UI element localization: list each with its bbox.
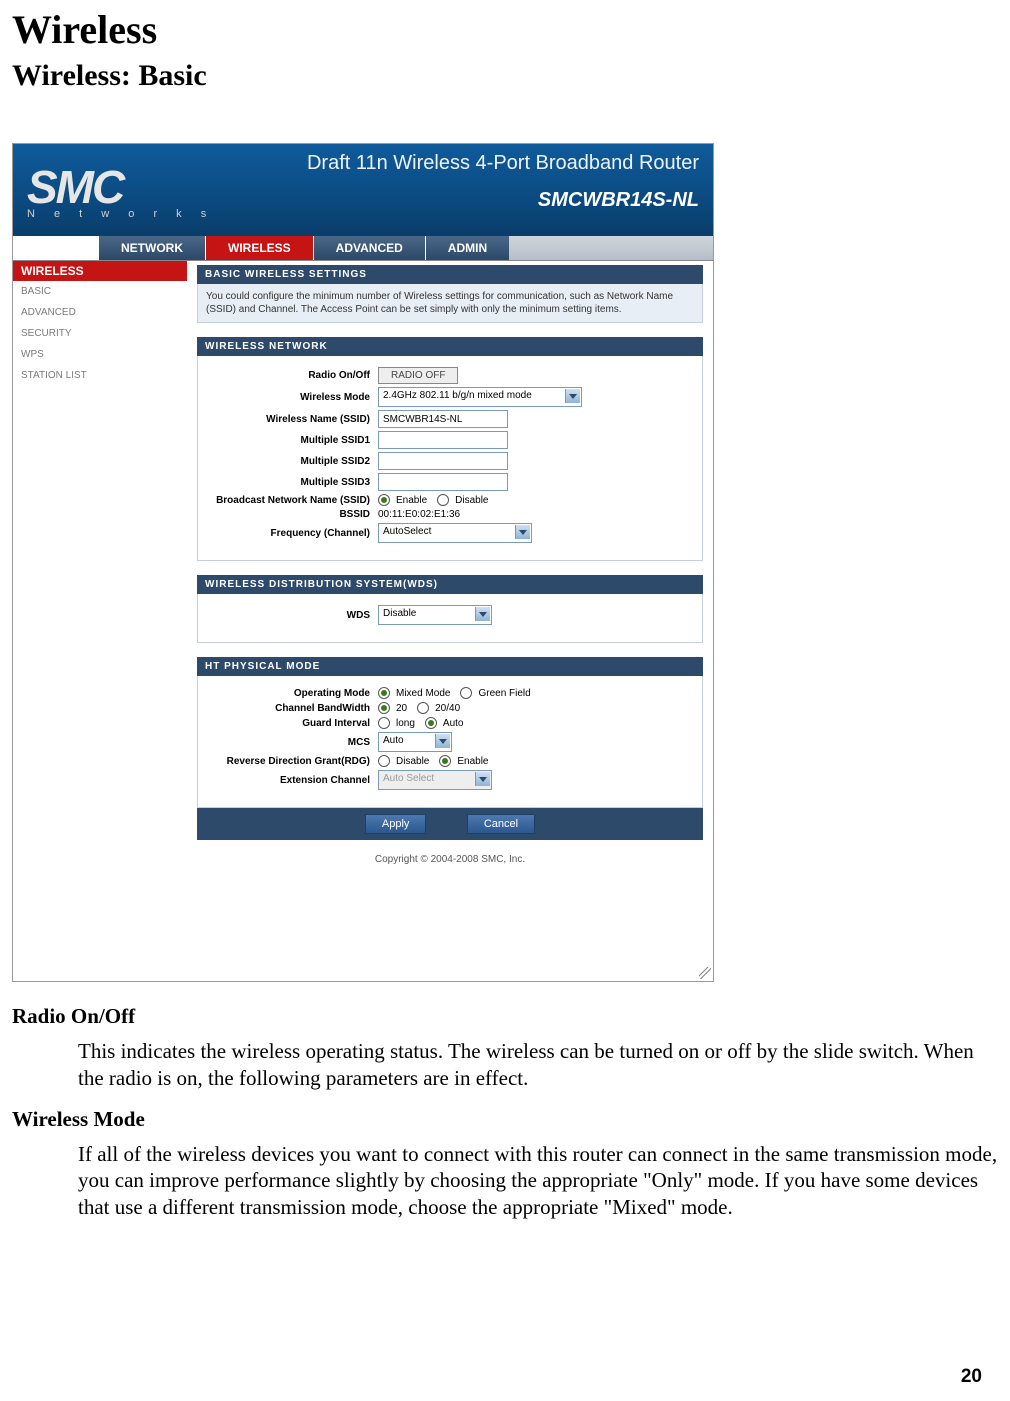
wireless-mode-select[interactable]: 2.4GHz 802.11 b/g/n mixed mode: [378, 387, 582, 407]
extension-channel-label: Extension Channel: [206, 775, 378, 786]
gi-auto-radio[interactable]: [425, 717, 437, 729]
section-ht-panel: Operating Mode Mixed Mode Green Field Ch…: [197, 676, 703, 808]
guard-interval-label: Guard Interval: [206, 718, 378, 729]
chevron-down-icon: [475, 607, 490, 621]
opmode-mixed-label: Mixed Mode: [396, 688, 450, 699]
brand-logo-sub: N e t w o r k s: [27, 208, 237, 220]
opmode-mixed-radio[interactable]: [378, 687, 390, 699]
broadcast-disable-radio[interactable]: [437, 494, 449, 506]
doc-radio-paragraph: This indicates the wireless operating st…: [78, 1038, 998, 1092]
bw-20-label: 20: [396, 703, 407, 714]
bssid-label: BSSID: [206, 509, 378, 520]
tab-admin[interactable]: ADMIN: [426, 236, 509, 260]
copyright-text: Copyright © 2004-2008 SMC, Inc.: [197, 840, 703, 883]
bssid-value: 00:11:E0:02:E1:36: [378, 509, 460, 520]
brand-logo: SMC N e t w o r k s: [13, 144, 237, 236]
doc-body: Radio On/Off This indicates the wireless…: [12, 1003, 998, 1221]
mcs-select[interactable]: Auto: [378, 732, 452, 752]
rdg-disable-label: Disable: [396, 756, 429, 767]
chevron-down-icon: [435, 734, 450, 748]
chevron-down-icon: [565, 389, 580, 403]
mssid3-input[interactable]: [378, 473, 508, 491]
rdg-enable-radio[interactable]: [439, 755, 451, 767]
wds-value: Disable: [383, 608, 416, 619]
ssid-input[interactable]: [378, 410, 508, 428]
router-admin-screenshot: SMC N e t w o r k s Draft 11n Wireless 4…: [12, 143, 714, 982]
frequency-label: Frequency (Channel): [206, 528, 378, 539]
action-bar: Apply Cancel: [197, 808, 703, 840]
doc-mode-paragraph: If all of the wireless devices you want …: [78, 1141, 998, 1222]
broadcast-enable-radio[interactable]: [378, 494, 390, 506]
page-title-h1: Wireless: [12, 6, 998, 53]
banner-model: SMCWBR14S-NL: [237, 189, 699, 212]
page-number: 20: [961, 1366, 982, 1388]
radio-off-button[interactable]: RADIO OFF: [378, 367, 458, 384]
broadcast-enable-label: Enable: [396, 495, 427, 506]
chevron-down-icon: [515, 525, 530, 539]
rdg-enable-label: Enable: [457, 756, 488, 767]
tab-advanced[interactable]: ADVANCED: [314, 236, 425, 260]
extension-channel-value: Auto Select: [383, 773, 434, 784]
sidebar: WIRELESS BASIC ADVANCED SECURITY WPS STA…: [13, 261, 187, 981]
bandwidth-label: Channel BandWidth: [206, 703, 378, 714]
bw-2040-radio[interactable]: [417, 702, 429, 714]
tab-wireless[interactable]: WIRELESS: [206, 236, 313, 260]
bw-20-radio[interactable]: [378, 702, 390, 714]
mcs-label: MCS: [206, 737, 378, 748]
section-basic-desc: You could configure the minimum number o…: [197, 284, 703, 323]
wds-select[interactable]: Disable: [378, 605, 492, 625]
sidebar-item-security[interactable]: SECURITY: [13, 323, 187, 344]
mssid3-label: Multiple SSID3: [206, 477, 378, 488]
mssid2-input[interactable]: [378, 452, 508, 470]
rdg-disable-radio[interactable]: [378, 755, 390, 767]
opmode-green-label: Green Field: [478, 688, 530, 699]
gi-auto-label: Auto: [443, 718, 464, 729]
wds-label: WDS: [206, 610, 378, 621]
radio-onoff-label: Radio On/Off: [206, 370, 378, 381]
top-nav: NETWORK WIRELESS ADVANCED ADMIN: [13, 236, 713, 261]
wireless-mode-label: Wireless Mode: [206, 392, 378, 403]
broadcast-disable-label: Disable: [455, 495, 488, 506]
chevron-down-icon: [475, 772, 490, 786]
section-wds-panel: WDS Disable: [197, 594, 703, 643]
section-wnet-head: WIRELESS NETWORK: [197, 337, 703, 356]
banner: SMC N e t w o r k s Draft 11n Wireless 4…: [13, 144, 713, 236]
ssid-label: Wireless Name (SSID): [206, 414, 378, 425]
page-title-h2: Wireless: Basic: [12, 59, 998, 93]
brand-logo-text: SMC: [27, 160, 237, 214]
frequency-select[interactable]: AutoSelect: [378, 523, 532, 543]
operating-mode-label: Operating Mode: [206, 688, 378, 699]
tab-network[interactable]: NETWORK: [99, 236, 205, 260]
apply-button[interactable]: Apply: [365, 814, 427, 834]
bw-2040-label: 20/40: [435, 703, 460, 714]
main-content: BASIC WIRELESS SETTINGS You could config…: [187, 261, 713, 981]
opmode-green-radio[interactable]: [460, 687, 472, 699]
wireless-mode-value: 2.4GHz 802.11 b/g/n mixed mode: [383, 390, 532, 401]
broadcast-ssid-label: Broadcast Network Name (SSID): [206, 495, 378, 506]
mssid2-label: Multiple SSID2: [206, 456, 378, 467]
mssid1-label: Multiple SSID1: [206, 435, 378, 446]
gi-long-label: long: [396, 718, 415, 729]
sidebar-item-basic[interactable]: BASIC: [13, 281, 187, 302]
extension-channel-select: Auto Select: [378, 770, 492, 790]
section-ht-head: HT PHYSICAL MODE: [197, 657, 703, 676]
cancel-button[interactable]: Cancel: [467, 814, 535, 834]
section-wnet-panel: Radio On/Off RADIO OFF Wireless Mode 2.4…: [197, 356, 703, 561]
mcs-value: Auto: [383, 735, 404, 746]
sidebar-item-wps[interactable]: WPS: [13, 344, 187, 365]
banner-product-title: Draft 11n Wireless 4-Port Broadband Rout…: [237, 152, 699, 175]
frequency-value: AutoSelect: [383, 526, 431, 537]
doc-mode-heading: Wireless Mode: [12, 1106, 998, 1133]
section-wds-head: WIRELESS DISTRIBUTION SYSTEM(WDS): [197, 575, 703, 594]
rdg-label: Reverse Direction Grant(RDG): [206, 756, 378, 767]
sidebar-item-advanced[interactable]: ADVANCED: [13, 302, 187, 323]
mssid1-input[interactable]: [378, 431, 508, 449]
resize-grip-icon: [699, 967, 711, 979]
doc-radio-heading: Radio On/Off: [12, 1003, 998, 1030]
sidebar-heading: WIRELESS: [13, 261, 187, 281]
section-basic-head: BASIC WIRELESS SETTINGS: [197, 265, 703, 284]
gi-long-radio[interactable]: [378, 717, 390, 729]
sidebar-item-stationlist[interactable]: STATION LIST: [13, 365, 187, 386]
